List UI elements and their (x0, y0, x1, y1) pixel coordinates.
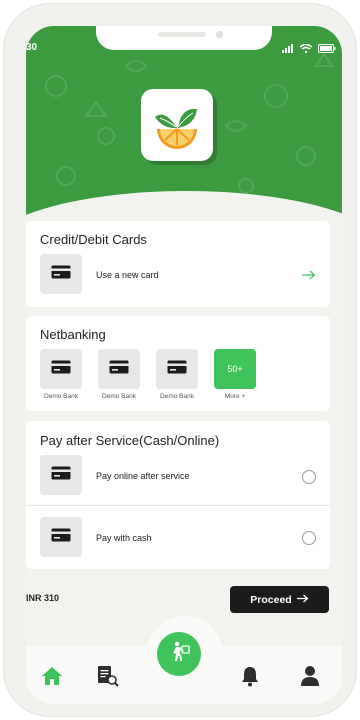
status-icons (282, 40, 336, 58)
signal-icon (282, 40, 294, 58)
bank-option[interactable] (40, 349, 82, 389)
app-screen: 30 Credit/Debit Cards Use a new card Net… (26, 26, 342, 704)
pay-online-label[interactable]: Pay online after service (96, 471, 190, 481)
proceed-label: Proceed (250, 593, 292, 606)
use-new-card-label[interactable]: Use a new card (96, 270, 159, 280)
card-icon (167, 360, 187, 379)
battery-icon (318, 40, 336, 58)
card-icon (51, 528, 71, 547)
credit-card-section: Credit/Debit Cards Use a new card (26, 221, 330, 307)
card-icon (51, 265, 71, 284)
section-title: Credit/Debit Cards (40, 232, 147, 247)
divider (26, 505, 330, 506)
orange-leaf-logo (155, 108, 197, 149)
pay-online-radio[interactable] (302, 470, 316, 484)
section-title: Pay after Service(Cash/Online) (40, 433, 220, 448)
arrow-right-icon[interactable] (302, 267, 316, 285)
card-icon-box (40, 517, 82, 557)
app-logo (141, 89, 213, 161)
wifi-icon (299, 40, 313, 58)
profile-icon[interactable] (298, 664, 322, 688)
bank-option[interactable] (156, 349, 198, 389)
status-time: 30 (26, 42, 38, 53)
more-banks-button[interactable]: 50+ (214, 349, 256, 389)
order-total: INR 310 (26, 593, 60, 603)
arrow-right-icon (296, 594, 309, 606)
card-icon (109, 360, 129, 379)
card-icon (51, 360, 71, 379)
pay-cash-radio[interactable] (302, 531, 316, 545)
section-title: Netbanking (40, 327, 106, 342)
phone-frame: 30 Credit/Debit Cards Use a new card Net… (4, 4, 356, 716)
pay-after-service-section: Pay after Service(Cash/Online) Pay onlin… (26, 421, 330, 569)
home-icon[interactable] (40, 664, 64, 688)
bell-icon[interactable] (238, 664, 262, 688)
more-banks-label: More + (224, 393, 246, 400)
bank-label: Demo Bank (44, 393, 78, 400)
phone-camera (216, 31, 223, 38)
phone-speaker (158, 32, 206, 37)
proceed-button[interactable]: Proceed (230, 586, 329, 613)
service-man-icon (167, 640, 191, 669)
orders-icon[interactable] (96, 664, 120, 688)
phone-notch (96, 26, 272, 50)
netbanking-section: Netbanking Demo Bank Demo Bank Demo Bank… (26, 316, 330, 411)
card-icon-box (40, 455, 82, 495)
bank-option[interactable] (98, 349, 140, 389)
pay-cash-label[interactable]: Pay with cash (96, 533, 152, 543)
card-icon (51, 466, 71, 485)
bank-label: Demo Bank (102, 393, 136, 400)
service-man-button[interactable] (157, 632, 201, 676)
card-icon-box (40, 254, 82, 294)
bank-label: Demo Bank (160, 393, 194, 400)
